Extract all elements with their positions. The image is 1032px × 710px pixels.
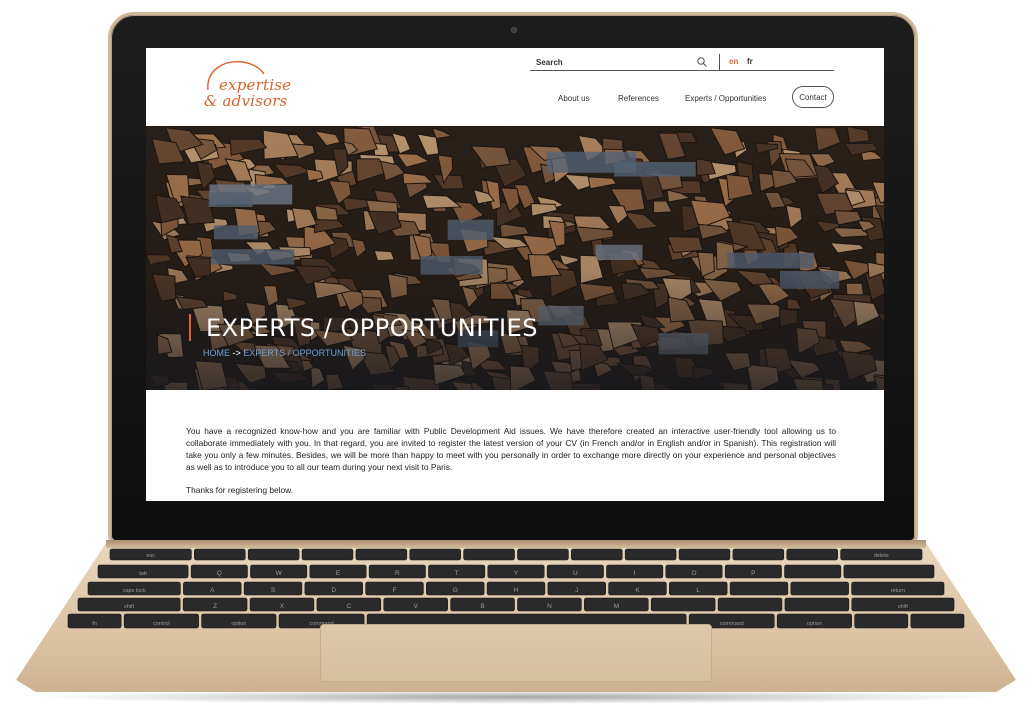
keyboard-key-label: command [720, 621, 744, 627]
keyboard-key-label: R [395, 570, 400, 577]
keyboard-key-label: M [614, 603, 619, 610]
keyboard-key[interactable] [784, 597, 850, 612]
keyboard-key-label: L [696, 587, 700, 594]
keyboard-key[interactable] [786, 548, 838, 561]
keyboard-key-label: tab [139, 571, 147, 577]
keyboard-key[interactable] [301, 548, 354, 561]
keyboard-key[interactable] [729, 581, 789, 596]
keyboard-key-label: D [331, 587, 336, 594]
keyboard-key-label: shift [898, 604, 909, 610]
keyboard-key-label: K [635, 587, 640, 594]
keyboard-key-label: U [573, 570, 578, 577]
keyboard-key-label: H [514, 587, 519, 594]
keyboard-key[interactable] [732, 548, 785, 561]
keyboard-key-label: A [210, 587, 215, 594]
keyboard-key-label: option [807, 621, 822, 627]
keyboard-key-label: esc [146, 553, 155, 559]
keyboard-key-label: fn [92, 621, 97, 627]
keyboard-key-label: W [276, 570, 283, 577]
keyboard-key-label: Y [514, 570, 519, 577]
keyboard-key[interactable] [517, 548, 569, 561]
keyboard-key[interactable] [717, 597, 783, 612]
keyboard-key-label: Z [213, 603, 217, 610]
keyboard-key[interactable] [678, 548, 731, 561]
keyboard-key[interactable] [247, 548, 300, 561]
keyboard-key-label: O [691, 570, 696, 577]
keyboard-key[interactable] [843, 564, 935, 579]
keyboard-key-label: X [280, 603, 285, 610]
keyboard-key[interactable] [463, 548, 515, 561]
keyboard-key-label: delete [874, 553, 889, 559]
keyboard-key-label: V [414, 603, 419, 610]
keyboard-key[interactable] [650, 597, 716, 612]
keyboard-key[interactable] [854, 613, 909, 629]
keyboard-key[interactable] [194, 548, 246, 561]
keyboard-key[interactable] [571, 548, 623, 561]
keyboard-key-label: control [153, 621, 170, 627]
keyboard-key-label: B [480, 603, 484, 610]
keyboard-key-label: shift [124, 604, 135, 610]
keyboard-key[interactable] [624, 548, 677, 561]
keyboard-key-label: G [453, 587, 458, 594]
keyboard-key[interactable] [784, 564, 842, 579]
keyboard: esc delete tab Q W E R T Y U I O Pcaps lock A S D F G H J K L… [67, 548, 965, 629]
keyboard-key-label: E [336, 570, 341, 577]
keyboard-key[interactable] [910, 613, 965, 629]
keyboard-key-label: I [634, 570, 636, 577]
keyboard-key[interactable] [409, 548, 461, 561]
keyboard-key-label: N [547, 603, 552, 610]
keyboard-key[interactable] [355, 548, 408, 561]
keyboard-key-label: return [891, 588, 905, 594]
keyboard-key-label: J [575, 587, 578, 594]
keyboard-key-label: S [271, 587, 276, 594]
keyboard-key-label: C [346, 603, 351, 610]
keyboard-key-label: caps lock [123, 588, 146, 594]
keyboard-key-label: F [393, 587, 397, 594]
keyboard-key[interactable] [790, 581, 849, 596]
keyboard-key-label: option [231, 621, 246, 627]
keyboard-key-label: T [455, 570, 459, 577]
keyboard-key-label: P [751, 570, 755, 577]
trackpad[interactable] [320, 624, 712, 682]
keyboard-key-label: Q [217, 570, 222, 577]
